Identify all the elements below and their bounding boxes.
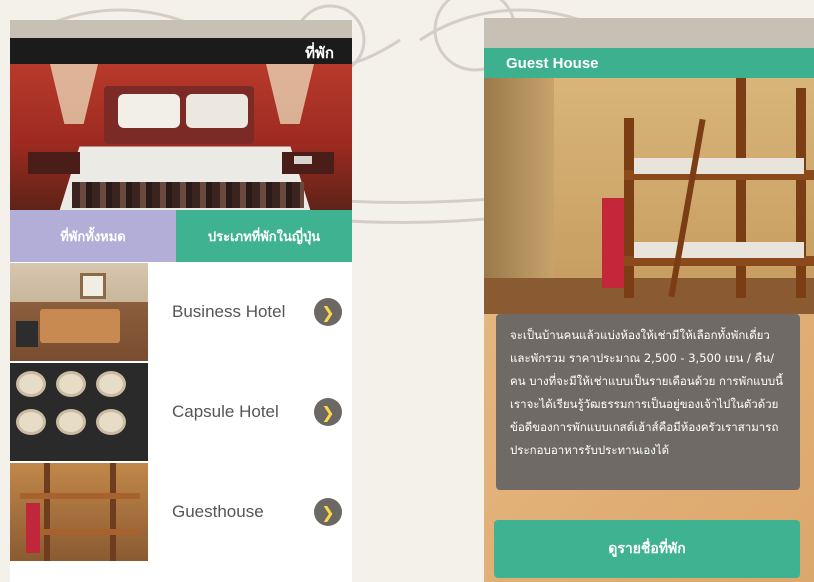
- tab-all-accommodation[interactable]: ที่พักทั้งหมด: [10, 210, 176, 262]
- list-item-label: Business Hotel: [172, 302, 286, 321]
- view-accommodation-list-button[interactable]: ดูรายชื่อที่พัก: [494, 520, 800, 578]
- button-label: ดูรายชื่อที่พัก: [608, 541, 686, 557]
- tab-label: ที่พักทั้งหมด: [60, 229, 126, 245]
- bunk-bed-photo: [484, 78, 814, 314]
- chevron-right-icon[interactable]: ❯: [314, 398, 342, 426]
- top-strip: [484, 18, 814, 48]
- chevron-right-icon[interactable]: ❯: [314, 498, 342, 526]
- guesthouse-thumbnail: [10, 463, 148, 561]
- accommodation-screen: ที่พัก ที่พักทั้งหมด ประเภทที่พักในญี่ปุ…: [10, 20, 352, 582]
- list-item-label: Capsule Hotel: [172, 402, 279, 421]
- business-hotel-thumbnail: [10, 263, 148, 361]
- tab-bar: ที่พักทั้งหมด ประเภทที่พักในญี่ปุ่น: [10, 210, 352, 262]
- chevron-right-icon[interactable]: ❯: [314, 298, 342, 326]
- header-bar: ที่พัก: [10, 20, 352, 64]
- tab-japan-accommodation-types[interactable]: ประเภทที่พักในญี่ปุ่น: [176, 210, 352, 262]
- list-item-label: Guesthouse: [172, 502, 264, 521]
- detail-title: Guest House: [506, 54, 599, 72]
- header-title: ที่พัก: [305, 44, 334, 62]
- description-text: จะเป็นบ้านคนแล้วแบ่งห้องให้เช่ามีให้เลือ…: [510, 328, 784, 457]
- list-item-business-hotel[interactable]: Business Hotel ❯: [10, 262, 352, 362]
- detail-header: Guest House: [484, 48, 814, 78]
- hero-bedroom-photo: [10, 64, 352, 210]
- accommodation-type-list: Business Hotel ❯ Capsule Hotel ❯ Guestho…: [10, 262, 352, 562]
- description-card: จะเป็นบ้านคนแล้วแบ่งห้องให้เช่ามีให้เลือ…: [496, 314, 800, 490]
- guest-house-detail-screen: Guest House จะเป็นบ้านคนแล้วแบ่งห้องให้เ…: [484, 18, 814, 582]
- list-item-capsule-hotel[interactable]: Capsule Hotel ❯: [10, 362, 352, 462]
- capsule-hotel-thumbnail: [10, 363, 148, 461]
- list-item-guesthouse[interactable]: Guesthouse ❯: [10, 462, 352, 562]
- tab-label: ประเภทที่พักในญี่ปุ่น: [207, 229, 321, 245]
